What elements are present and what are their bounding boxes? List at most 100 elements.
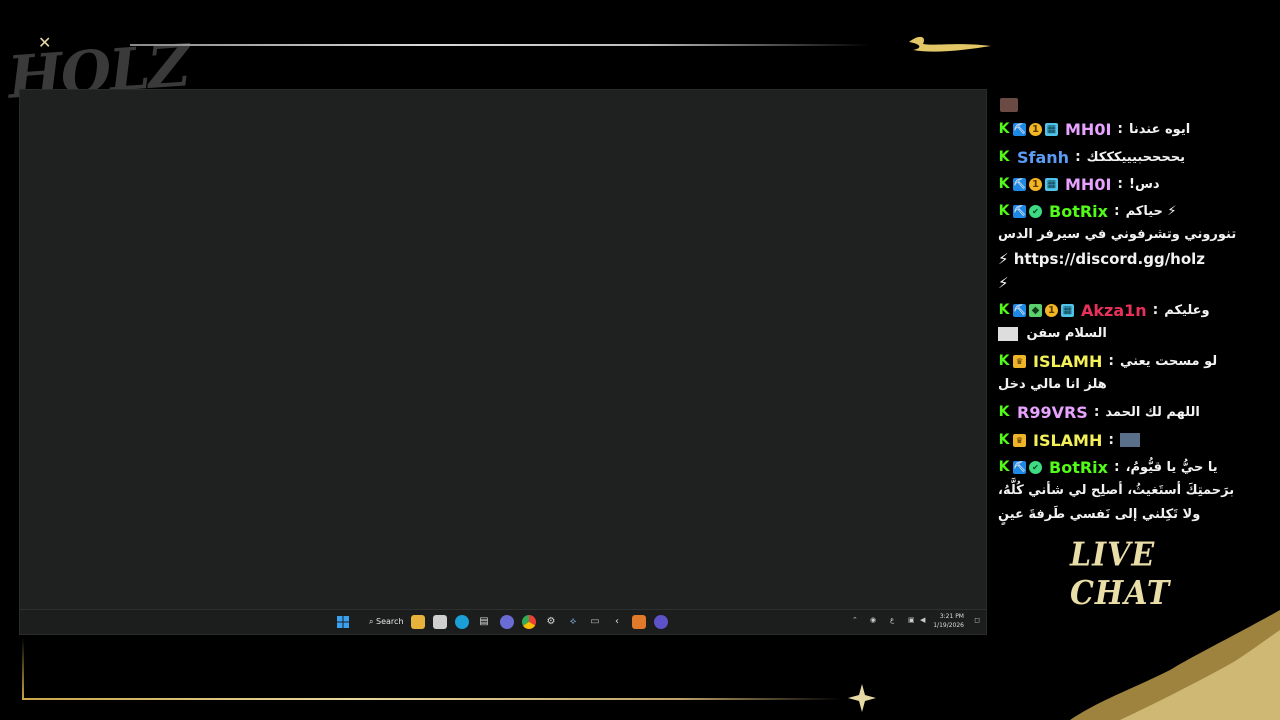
chat-username[interactable]: ISLAMH xyxy=(1033,352,1102,371)
chat-username[interactable]: R99VRS xyxy=(1017,403,1088,422)
gold-coin-icon: 1 xyxy=(1029,177,1042,191)
tray-language[interactable]: ع xyxy=(890,616,894,624)
chat-text-continued: السلام سفن xyxy=(998,322,1248,346)
chat-colon: : xyxy=(1108,432,1114,448)
chat-message: K ♛ ISLAMH : لو مسحت يعني xyxy=(998,349,1218,373)
chat-message: K ♛ ISLAMH : xyxy=(998,428,1140,452)
chat-message: K ⛏ ✔ BotRix : ⚡ حياكم xyxy=(998,199,1177,223)
chat-text: اللهم لك الحمد xyxy=(1105,404,1200,420)
chat-message: K ⛏ 1 ▦ MH0I : دس! xyxy=(998,172,1160,196)
volume-icon[interactable]: ◀ xyxy=(920,616,925,624)
top-divider-line xyxy=(130,44,870,46)
chat-message: K ⛏ 1 ▦ MH0I : ايوه عندنا xyxy=(998,117,1191,141)
taskbar-search-button[interactable]: ⌕ Search xyxy=(364,614,409,630)
chat-colon: : xyxy=(1075,149,1081,165)
obs-app-icon[interactable] xyxy=(632,615,646,629)
app-icon[interactable]: ▤ xyxy=(477,615,491,629)
emote-image xyxy=(998,326,1018,341)
captured-desktop-screen: ⌕ Search ▤ ⚙ ⟡ ▭ ‹ ⌃ ◉ ع ▣ ◀ 3:21 PM 1/1… xyxy=(20,90,986,634)
chat-username[interactable]: ISLAMH xyxy=(1033,431,1102,450)
kick-icon: K xyxy=(998,431,1010,448)
chat-username[interactable]: BotRix xyxy=(1049,202,1108,221)
verified-icon: ✔ xyxy=(1029,204,1042,218)
bottom-left-frame-line xyxy=(22,638,24,700)
sub-gift-icon: ▦ xyxy=(1045,122,1058,136)
file-explorer-icon[interactable] xyxy=(411,615,425,629)
network-icon[interactable]: ▣ xyxy=(908,616,915,624)
cube-icon: ◆ xyxy=(1029,303,1042,317)
chat-text: يا حيُّ يا قيُّومُ، xyxy=(1125,459,1218,475)
verified-icon: ✔ xyxy=(1029,460,1042,474)
chat-text-line: السلام سفن xyxy=(1026,326,1107,341)
chat-text: وعليكم xyxy=(1164,302,1210,318)
kick-icon: K xyxy=(998,148,1010,165)
emote-image xyxy=(1119,433,1140,447)
pickaxe-icon: ⛏ xyxy=(1013,460,1026,474)
chat-text-continued: هلز انا مالي دخل xyxy=(998,377,1107,392)
search-icon: ⌕ xyxy=(369,617,374,626)
clock-time: 3:21 PM xyxy=(939,613,964,620)
chat-text-continued: تنوروني وتشرفوني في سيرفر الدس xyxy=(998,227,1237,242)
pickaxe-icon: ⛏ xyxy=(1013,177,1026,191)
kick-icon: K xyxy=(998,301,1010,318)
notification-icon[interactable]: ◻ xyxy=(974,616,980,624)
keyboard-icon[interactable]: ▭ xyxy=(588,615,602,629)
chat-username[interactable]: MH0I xyxy=(1065,120,1111,139)
chat-username[interactable]: Sfanh xyxy=(1017,148,1069,167)
kick-icon: K xyxy=(998,352,1010,369)
crown-icon: ♛ xyxy=(1013,354,1026,368)
kick-icon: K xyxy=(998,120,1010,137)
emote-avatar xyxy=(1000,98,1018,112)
chat-username[interactable]: Akza1n xyxy=(1081,301,1147,320)
gold-swoosh-icon xyxy=(909,36,991,52)
chat-message: K R99VRS : اللهم لك الحمد xyxy=(998,400,1200,424)
store-icon[interactable] xyxy=(433,615,447,629)
sub-gift-icon: ▦ xyxy=(1061,303,1074,317)
chat-colon: : xyxy=(1113,459,1120,475)
chat-colon: : xyxy=(1152,302,1159,318)
gold-coin-icon: 1 xyxy=(1029,122,1042,136)
edge-browser-icon[interactable] xyxy=(455,615,469,629)
app-circle-icon[interactable] xyxy=(654,615,668,629)
pickaxe-icon: ⛏ xyxy=(1013,303,1026,317)
chat-message: K ⛏ ✔ BotRix : يا حيُّ يا قيُّومُ، xyxy=(998,455,1218,479)
crown-icon: ♛ xyxy=(1013,433,1026,447)
chat-text-continued: ولا تَكِلني إلى نَفسي طَرفةَ عينٍ xyxy=(998,507,1201,522)
chat-username[interactable]: BotRix xyxy=(1049,458,1108,477)
chat-text: لو مسحت يعني xyxy=(1119,353,1218,369)
chat-message: K Sfanh : يححححبيييكككك xyxy=(998,145,1185,169)
chat-colon: : xyxy=(1117,121,1124,137)
pickaxe-icon: ⛏ xyxy=(1013,204,1026,218)
live-chat-label: LIVE CHAT xyxy=(1070,536,1171,613)
settings-gear-icon[interactable]: ⚙ xyxy=(544,615,558,629)
chat-message: K ⛏ ◆ 1 ▦ Akza1n : وعليكم xyxy=(998,298,1210,322)
chat-text: يححححبيييكككك xyxy=(1086,149,1186,165)
discord-icon[interactable] xyxy=(500,615,514,629)
chat-colon: : xyxy=(1113,203,1120,219)
kick-icon: K xyxy=(998,175,1010,192)
steam-icon[interactable]: ⟡ xyxy=(566,615,580,629)
live-chat-panel: K ⛏ 1 ▦ MH0I : ايوه عندنا K Sfanh : يححح… xyxy=(992,90,1270,530)
taskbar-clock[interactable]: 3:21 PM 1/19/2026 xyxy=(933,612,964,630)
chat-colon: : xyxy=(1108,353,1114,369)
kick-icon: K xyxy=(998,458,1010,475)
kick-icon: K xyxy=(998,403,1010,420)
chrome-icon[interactable] xyxy=(522,615,536,629)
clock-date: 1/19/2026 xyxy=(933,622,964,629)
microphone-icon[interactable]: ◉ xyxy=(870,616,876,624)
kick-icon: K xyxy=(998,202,1010,219)
chat-username[interactable]: MH0I xyxy=(1065,175,1111,194)
gold-coin-icon: 1 xyxy=(1045,303,1058,317)
discord-link[interactable]: ⚡ https://discord.gg/holz xyxy=(998,247,1248,271)
kick-app-icon[interactable]: ‹ xyxy=(610,615,624,629)
chat-text: ايوه عندنا xyxy=(1129,121,1191,137)
windows-start-icon[interactable] xyxy=(336,615,350,629)
sub-gift-icon: ▦ xyxy=(1045,177,1058,191)
chat-colon: : xyxy=(1093,404,1100,420)
star-icon xyxy=(848,684,876,712)
gold-paint-splash xyxy=(1070,610,1280,720)
tray-chevron-up-icon[interactable]: ⌃ xyxy=(852,616,858,624)
windows-taskbar: ⌕ Search ▤ ⚙ ⟡ ▭ ‹ ⌃ ◉ ع ▣ ◀ 3:21 PM 1/1… xyxy=(20,609,986,634)
search-label: Search xyxy=(376,617,404,626)
pickaxe-icon: ⛏ xyxy=(1013,122,1026,136)
